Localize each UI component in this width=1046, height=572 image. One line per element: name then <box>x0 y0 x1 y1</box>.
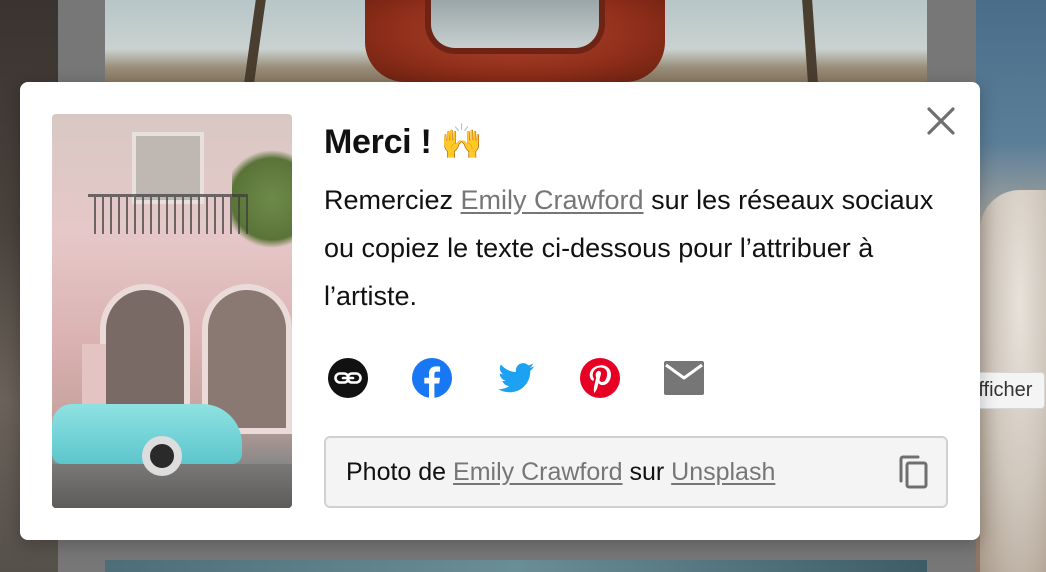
email-share-button[interactable] <box>662 356 706 400</box>
background-photo-car <box>105 0 927 82</box>
facebook-share-button[interactable] <box>410 356 454 400</box>
modal-content: Merci ! 🙌 Remerciez Emily Crawford sur l… <box>324 122 944 320</box>
modal-title: Merci ! 🙌 <box>324 122 944 162</box>
modal-title-text: Merci ! <box>324 123 432 161</box>
thank-you-modal: Merci ! 🙌 Remerciez Emily Crawford sur l… <box>20 82 980 540</box>
raised-hands-emoji: 🙌 <box>440 123 483 161</box>
facebook-icon <box>412 358 452 398</box>
twitter-icon <box>498 363 534 393</box>
attribution-text-box[interactable]: Photo de Emily Crawford sur Unsplash <box>324 436 948 508</box>
background-photo-bottom <box>105 560 927 572</box>
credit-source-link[interactable]: Unsplash <box>671 458 775 486</box>
copy-link-button[interactable] <box>326 356 370 400</box>
mail-icon <box>664 361 704 395</box>
credit-author-link[interactable]: Emily Crawford <box>453 458 622 486</box>
modal-description: Remerciez Emily Crawford sur les réseaux… <box>324 185 934 311</box>
author-link[interactable]: Emily Crawford <box>461 185 644 215</box>
copy-attribution-button[interactable] <box>896 454 930 490</box>
link-icon <box>328 358 368 398</box>
pinterest-share-button[interactable] <box>578 356 622 400</box>
copy-icon <box>899 455 928 489</box>
twitter-share-button[interactable] <box>494 356 538 400</box>
photo-thumbnail <box>52 114 292 508</box>
pinterest-icon <box>580 358 620 398</box>
